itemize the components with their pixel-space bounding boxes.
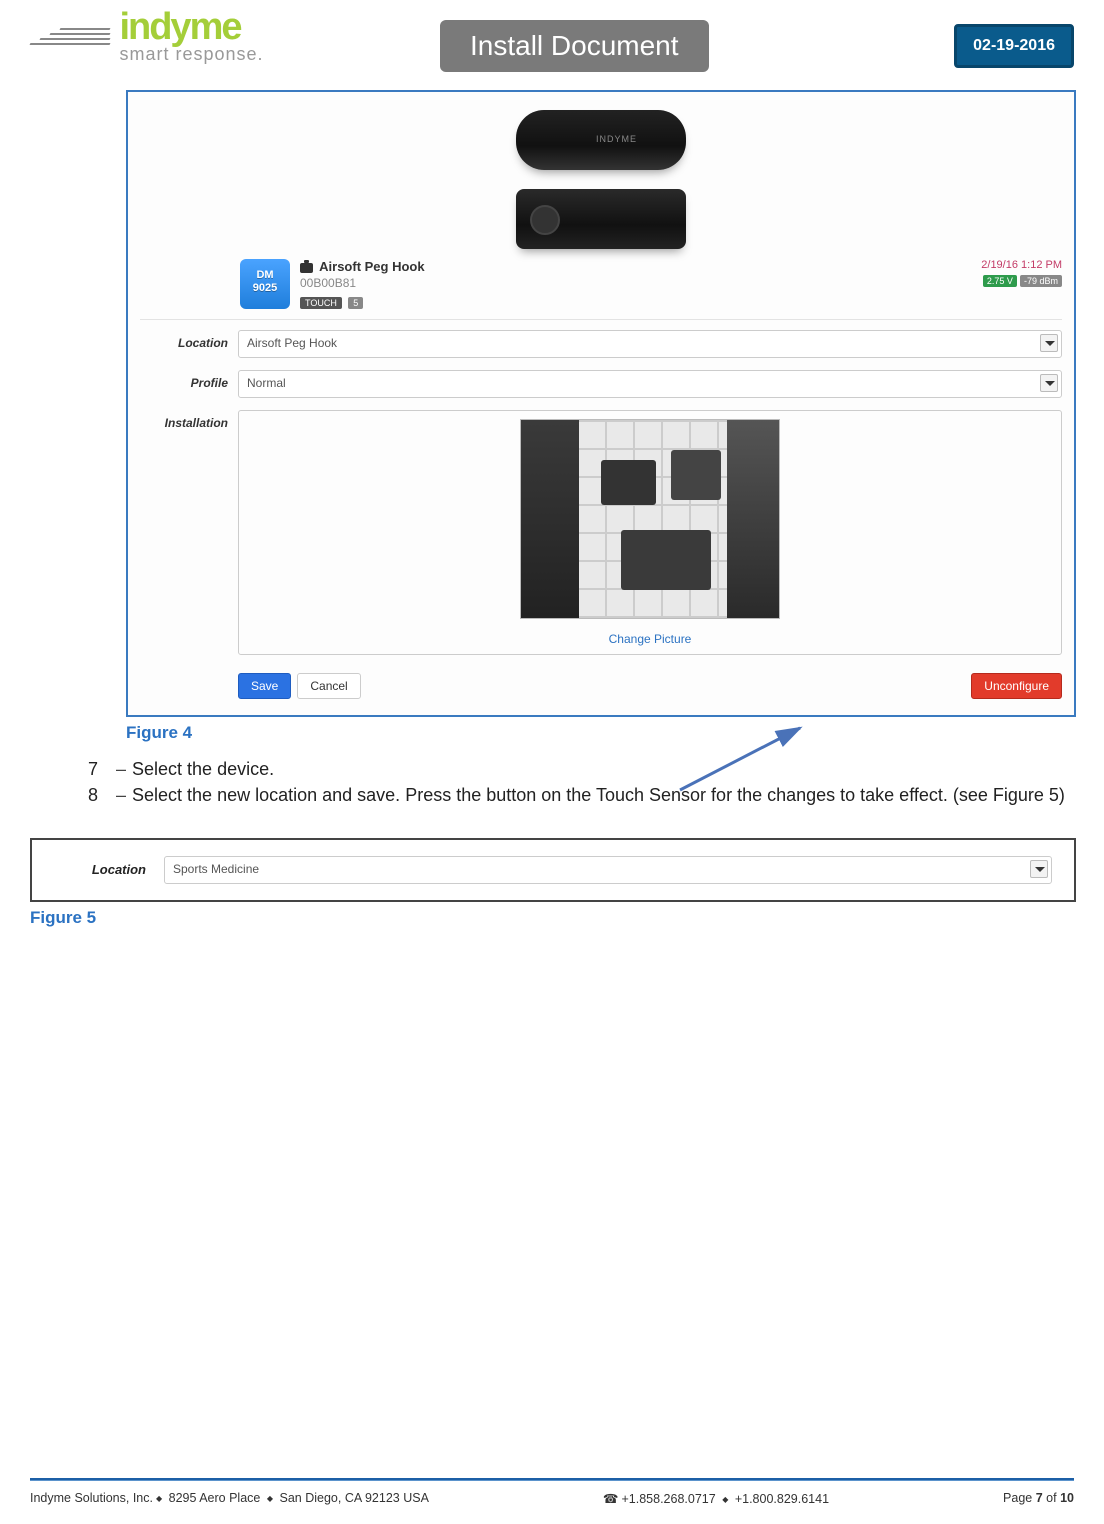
save-button[interactable]: Save (238, 673, 291, 699)
installation-box: Change Picture (238, 410, 1062, 655)
figure-4-screenshot: DM 9025 Airsoft Peg Hook 00B00B81 TOUCH … (126, 90, 1076, 717)
signal-badge: -79 dBm (1020, 275, 1062, 287)
chevron-down-icon[interactable] (1030, 860, 1048, 878)
page-total: 10 (1060, 1491, 1074, 1505)
brand-sub: smart response. (119, 44, 263, 65)
instruction-steps: 7 – Select the device. 8 – Select the ne… (84, 757, 1074, 808)
step-7: 7 – Select the device. (84, 757, 1074, 781)
device-top-photo (516, 110, 686, 170)
figure5-location-field-wrap: Sports Medicine (164, 856, 1052, 884)
step-dash: – (116, 783, 132, 807)
brand-main: indyme (119, 10, 263, 44)
chevron-down-icon[interactable] (1040, 374, 1058, 392)
phone-icon (603, 1492, 622, 1506)
page-label: Page (1003, 1491, 1032, 1505)
device-title-text: Airsoft Peg Hook (319, 259, 424, 274)
logo-text: indyme smart response. (119, 10, 263, 65)
step-8-text: Select the new location and save. Press … (132, 783, 1074, 807)
profile-value: Normal (247, 376, 286, 390)
location-row: Location Airsoft Peg Hook (140, 330, 1062, 358)
voltage-badge: 2.75 V (983, 275, 1017, 287)
logo-speed-lines-icon (30, 28, 110, 48)
device-title: Airsoft Peg Hook (300, 259, 981, 274)
footer-address: 8295 Aero Place (169, 1491, 261, 1505)
step-dash: – (116, 757, 132, 781)
step-8-number: 8 (84, 783, 116, 807)
installation-field: Change Picture (238, 410, 1062, 655)
page-header: indyme smart response. Install Document … (0, 0, 1104, 90)
figure-4-caption: Figure 4 (126, 723, 1104, 743)
installation-row: Installation Change Picture (140, 410, 1062, 655)
location-select[interactable]: Airsoft Peg Hook (238, 330, 1062, 358)
figure-5-caption: Figure 5 (30, 908, 1104, 928)
footer-rule (30, 1478, 1074, 1481)
device-bottom-photo (516, 189, 686, 249)
device-tags: TOUCH 5 (300, 293, 981, 311)
device-header-row: DM 9025 Airsoft Peg Hook 00B00B81 TOUCH … (140, 259, 1062, 320)
profile-row: Profile Normal (140, 370, 1062, 398)
footer-phone2: +1.800.829.6141 (735, 1492, 829, 1506)
device-id: 00B00B81 (300, 276, 981, 290)
footer-phone1: +1.858.268.0717 (622, 1492, 716, 1506)
chevron-down-icon[interactable] (1040, 334, 1058, 352)
installation-photo[interactable] (520, 419, 780, 619)
profile-select[interactable]: Normal (238, 370, 1062, 398)
cancel-button[interactable]: Cancel (297, 673, 360, 699)
figure5-location-label: Location (54, 862, 164, 877)
location-field-wrap: Airsoft Peg Hook (238, 330, 1062, 358)
footer-row: Indyme Solutions, Inc.◆ 8295 Aero Place … (30, 1491, 1074, 1506)
unconfigure-button[interactable]: Unconfigure (971, 673, 1062, 699)
step-8: 8 – Select the new location and save. Pr… (84, 783, 1074, 807)
device-timestamp: 2/19/16 1:12 PM (981, 259, 1062, 271)
device-meta: Airsoft Peg Hook 00B00B81 TOUCH 5 (290, 259, 981, 311)
figure5-location-select[interactable]: Sports Medicine (164, 856, 1052, 884)
step-7-number: 7 (84, 757, 116, 781)
location-label: Location (140, 330, 238, 350)
footer-right: Page 7 of 10 (1003, 1491, 1074, 1506)
footer-center: +1.858.268.0717 ◆ +1.800.829.6141 (603, 1491, 829, 1506)
document-title: Install Document (440, 20, 709, 72)
footer-city: San Diego, CA 92123 USA (280, 1491, 429, 1505)
footer-left: Indyme Solutions, Inc.◆ 8295 Aero Place … (30, 1491, 429, 1506)
change-picture-link[interactable]: Change Picture (247, 632, 1053, 646)
figure-5-screenshot: Location Sports Medicine (30, 838, 1076, 902)
dm-badge-line1: DM (256, 269, 273, 281)
installation-label: Installation (140, 410, 238, 430)
page-current: 7 (1036, 1491, 1043, 1505)
profile-label: Profile (140, 370, 238, 390)
dm-badge[interactable]: DM 9025 (240, 259, 290, 309)
tag-touch: TOUCH (300, 297, 342, 309)
figure5-location-row: Location Sports Medicine (54, 856, 1052, 884)
step-7-text: Select the device. (132, 757, 1074, 781)
camera-icon (300, 263, 313, 273)
location-value: Airsoft Peg Hook (247, 336, 337, 350)
dm-badge-line2: 9025 (253, 282, 277, 294)
brand-logo: indyme smart response. (30, 10, 264, 65)
device-product-photos (140, 102, 1062, 259)
device-status-right: 2/19/16 1:12 PM 2.75 V -79 dBm (981, 259, 1062, 287)
figure5-location-value: Sports Medicine (173, 862, 259, 876)
footer-company: Indyme Solutions, Inc. (30, 1491, 153, 1505)
page-of: of (1046, 1491, 1056, 1505)
figure4-button-row: Save Cancel Unconfigure (140, 673, 1062, 699)
profile-field-wrap: Normal (238, 370, 1062, 398)
document-date: 02-19-2016 (954, 24, 1074, 68)
page-footer: Indyme Solutions, Inc.◆ 8295 Aero Place … (30, 1478, 1074, 1506)
tag-number: 5 (348, 297, 363, 309)
